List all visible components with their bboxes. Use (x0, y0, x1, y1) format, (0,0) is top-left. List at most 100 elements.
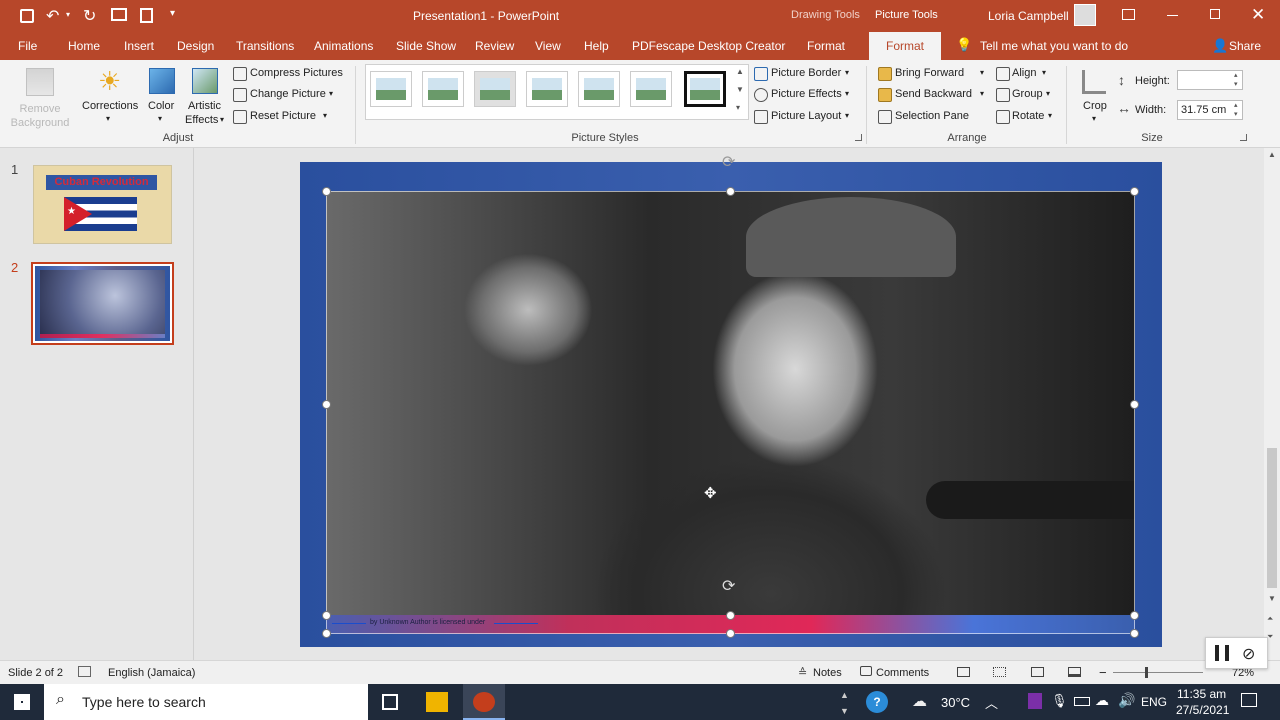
change-picture-button[interactable]: Change Picture (250, 88, 326, 100)
chevron-down-icon[interactable]: ▼ (840, 706, 849, 716)
tab-insert[interactable]: Insert (124, 32, 154, 60)
crop-button[interactable]: Crop ▾ (1078, 64, 1112, 128)
normal-view-icon[interactable] (957, 667, 970, 677)
resize-handle-bottom-left[interactable] (322, 629, 331, 638)
chevron-down-icon[interactable]: ▾ (980, 68, 984, 77)
chevron-down-icon[interactable]: ▾ (1046, 89, 1050, 98)
height-field[interactable]: ▴ ▾ (1177, 70, 1243, 90)
battery-icon[interactable] (1074, 697, 1090, 706)
task-view-icon[interactable] (382, 694, 398, 710)
resize-handle-bottom[interactable] (726, 629, 735, 638)
slide-counter[interactable]: Slide 2 of 2 (8, 667, 63, 679)
chevron-down-icon[interactable]: ▾ (845, 111, 849, 120)
share-button[interactable]: Share (1229, 32, 1261, 60)
previous-slide-icon[interactable]: ⏶ (1267, 614, 1273, 624)
slide-thumbnail-2[interactable] (31, 262, 174, 345)
rotate-button[interactable]: Rotate (1012, 110, 1044, 122)
artistic-effects-button[interactable]: Artistic Effects ▾ (185, 64, 227, 128)
group-button[interactable]: Group (1012, 88, 1043, 100)
color-button[interactable]: Color ▾ (146, 64, 180, 128)
picture-style-1[interactable] (370, 71, 412, 107)
resize-handle-top-right[interactable] (1130, 187, 1139, 196)
resize-handle-top-left[interactable] (322, 187, 331, 196)
zoom-slider[interactable] (1113, 667, 1203, 678)
picture-style-4[interactable] (526, 71, 568, 107)
resize-handle-bottom-right[interactable] (1130, 629, 1139, 638)
taskbar-search-box[interactable]: ⌕ Type here to search (44, 684, 368, 720)
weather-icon[interactable]: ☁ (912, 692, 927, 710)
windows-start-icon[interactable] (14, 694, 30, 710)
chevron-down-icon[interactable]: ▾ (845, 68, 849, 77)
dialog-launcher-icon[interactable] (1240, 134, 1247, 141)
language-indicator[interactable]: English (Jamaica) (108, 667, 195, 679)
spin-icon[interactable]: ▴ ▾ (1234, 71, 1238, 89)
resize-handle-left[interactable] (322, 400, 331, 409)
pause-icon[interactable] (1215, 645, 1229, 661)
customize-toolbar-icon[interactable]: ▾ (170, 8, 175, 19)
volume-icon[interactable]: 🔊 (1118, 692, 1135, 709)
taskbar-app-sticky-icon[interactable] (426, 692, 448, 712)
remove-background-button[interactable]: Remove Background (8, 64, 72, 129)
chevron-down-icon[interactable]: ▾ (980, 89, 984, 98)
undo-dropdown-icon[interactable]: ▾ (66, 10, 70, 19)
tab-animations[interactable]: Animations (314, 32, 373, 60)
send-backward-button[interactable]: Send Backward (895, 88, 972, 100)
cloud-icon[interactable]: ☁ (1095, 692, 1109, 709)
vertical-scrollbar[interactable]: ▲ ▼ ⏶ ⏷ (1264, 148, 1280, 660)
taskbar-app-powerpoint[interactable] (463, 684, 505, 720)
gallery-scroll-down-icon[interactable]: ▼ (736, 85, 744, 94)
spin-icon[interactable]: ▴ ▾ (1234, 101, 1238, 119)
camera-off-icon[interactable]: ⊘ (1242, 644, 1255, 664)
tab-pdfescape[interactable]: PDFescape Desktop Creator (632, 32, 785, 60)
picture-style-7[interactable] (684, 71, 726, 107)
tab-help[interactable]: Help (584, 32, 609, 60)
picture-style-3[interactable] (474, 71, 516, 107)
minimize-icon[interactable] (1167, 15, 1178, 16)
picture-style-5[interactable] (578, 71, 620, 107)
slide-sorter-icon[interactable] (993, 667, 1006, 677)
picture-style-6[interactable] (630, 71, 672, 107)
tab-review[interactable]: Review (475, 32, 514, 60)
picture-border-button[interactable]: Picture Border (771, 67, 841, 79)
clock-time[interactable]: 11:35 am (1177, 687, 1226, 701)
tab-home[interactable]: Home (68, 32, 100, 60)
weather-temperature[interactable]: 30°C (941, 695, 970, 710)
chevron-down-icon[interactable]: ▾ (1042, 68, 1046, 77)
slide-thumbnail-1[interactable]: Cuban Revolution ★ (33, 165, 172, 244)
help-icon[interactable]: ? (866, 691, 888, 713)
clock-date[interactable]: 27/5/2021 (1176, 703, 1229, 717)
tab-slide-show[interactable]: Slide Show (396, 32, 456, 60)
gallery-more-icon[interactable]: ▾ (736, 103, 740, 112)
tab-view[interactable]: View (535, 32, 561, 60)
resize-handle-bottom-left[interactable] (322, 611, 331, 620)
corrections-button[interactable]: ☀ Corrections ▾ (80, 64, 142, 128)
tell-me-search[interactable]: Tell me what you want to do (980, 32, 1128, 60)
scroll-down-icon[interactable]: ▼ (1268, 594, 1276, 603)
resize-handle-right[interactable] (1130, 400, 1139, 409)
reading-view-icon[interactable] (1031, 667, 1044, 677)
user-name[interactable]: Loria Campbell (988, 9, 1069, 23)
comments-button[interactable]: Comments (876, 667, 929, 679)
resize-handle-bottom[interactable] (726, 611, 735, 620)
chevron-up-icon[interactable]: ▲ (840, 690, 849, 700)
notifications-icon[interactable] (1241, 693, 1257, 707)
tab-picture-format[interactable]: Format (869, 32, 942, 60)
spell-check-icon[interactable] (78, 666, 91, 677)
zoom-out-icon[interactable]: − (1099, 665, 1107, 680)
width-field[interactable]: 31.75 cm ▴ ▾ (1177, 100, 1243, 120)
scroll-thumb[interactable] (1267, 448, 1277, 588)
dialog-launcher-icon[interactable] (855, 134, 862, 141)
save-icon[interactable] (20, 9, 34, 23)
zoom-slider-thumb[interactable] (1145, 667, 1148, 678)
picture-layout-button[interactable]: Picture Layout (771, 110, 841, 122)
resize-handle-top[interactable] (726, 187, 735, 196)
tab-drawing-format[interactable]: Format (807, 32, 845, 60)
slideshow-view-icon[interactable] (1068, 667, 1081, 677)
resize-handle-bottom-right[interactable] (1130, 611, 1139, 620)
start-from-beginning-icon[interactable] (111, 8, 127, 21)
close-icon[interactable]: ✕ (1251, 5, 1265, 25)
ribbon-display-options-icon[interactable] (1122, 9, 1135, 20)
tab-file[interactable]: File (18, 32, 37, 60)
onenote-icon[interactable] (1028, 693, 1042, 709)
redo-icon[interactable]: ↻ (83, 6, 96, 26)
